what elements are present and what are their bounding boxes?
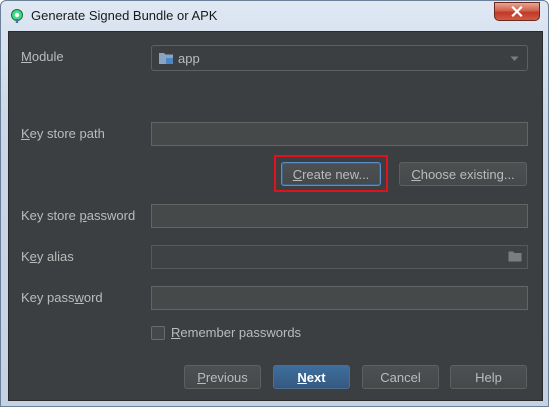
mnemonic: R: [171, 325, 181, 340]
label-text: hoose existing...: [420, 166, 515, 182]
mnemonic: K: [21, 126, 30, 141]
window-title: Generate Signed Bundle or APK: [31, 8, 218, 23]
mnemonic: M: [21, 49, 32, 64]
mnemonic: p: [79, 208, 87, 223]
button-label: Cancel: [380, 369, 421, 385]
previous-button[interactable]: Previous: [184, 365, 261, 389]
annotation-highlight-box: [274, 155, 388, 192]
module-label: Module: [21, 49, 64, 64]
label-text: ord: [83, 290, 103, 305]
browse-folder-icon[interactable]: [508, 250, 522, 262]
key-store-password-input[interactable]: [151, 204, 528, 228]
key-alias-input[interactable]: [151, 245, 528, 269]
label-text: revious: [205, 369, 248, 385]
module-dropdown[interactable]: app: [151, 45, 528, 71]
choose-existing-button[interactable]: Choose existing...: [399, 162, 527, 186]
module-value: app: [178, 50, 200, 66]
label-text: assword: [86, 208, 136, 223]
key-password-label: Key password: [21, 290, 103, 305]
remember-passwords-checkbox[interactable]: [151, 326, 165, 340]
button-label: Choose existing...: [411, 167, 514, 182]
label-text: Key pass: [21, 290, 75, 305]
mnemonic: N: [297, 369, 307, 385]
mnemonic: C: [411, 166, 421, 182]
mnemonic: P: [197, 369, 206, 385]
key-password-input[interactable]: [151, 286, 528, 310]
label-text: odule: [31, 49, 64, 64]
key-alias-label: Key alias: [21, 249, 74, 264]
label-text: Key store: [21, 208, 80, 223]
label-text: ext: [306, 369, 326, 385]
help-button[interactable]: Help: [450, 365, 527, 389]
button-label: Previous: [197, 370, 248, 385]
next-button[interactable]: Next: [273, 365, 350, 389]
remember-passwords-label[interactable]: Remember passwords: [171, 325, 301, 340]
key-store-path-input[interactable]: [151, 122, 528, 146]
dialog-content: Module app Key store path Create new... …: [8, 31, 543, 401]
label-text: emember passwords: [180, 325, 302, 340]
dialog-window: Generate Signed Bundle or APK Module app…: [0, 0, 549, 407]
title-bar[interactable]: Generate Signed Bundle or APK: [1, 1, 548, 31]
button-label: Help: [475, 369, 502, 385]
cancel-button[interactable]: Cancel: [362, 365, 439, 389]
label-text: y alias: [36, 249, 74, 264]
close-button[interactable]: [494, 2, 540, 21]
button-label: Next: [297, 370, 325, 385]
module-folder-icon: [159, 53, 173, 64]
key-store-path-label: Key store path: [21, 126, 105, 141]
label-text: ey store path: [29, 126, 105, 141]
chevron-down-icon: [510, 56, 519, 61]
mnemonic: e: [29, 249, 37, 264]
label-text: K: [21, 249, 30, 264]
android-studio-icon: [11, 9, 23, 23]
mnemonic: w: [74, 290, 84, 305]
close-icon: [511, 6, 523, 17]
key-store-password-label: Key store password: [21, 208, 135, 223]
